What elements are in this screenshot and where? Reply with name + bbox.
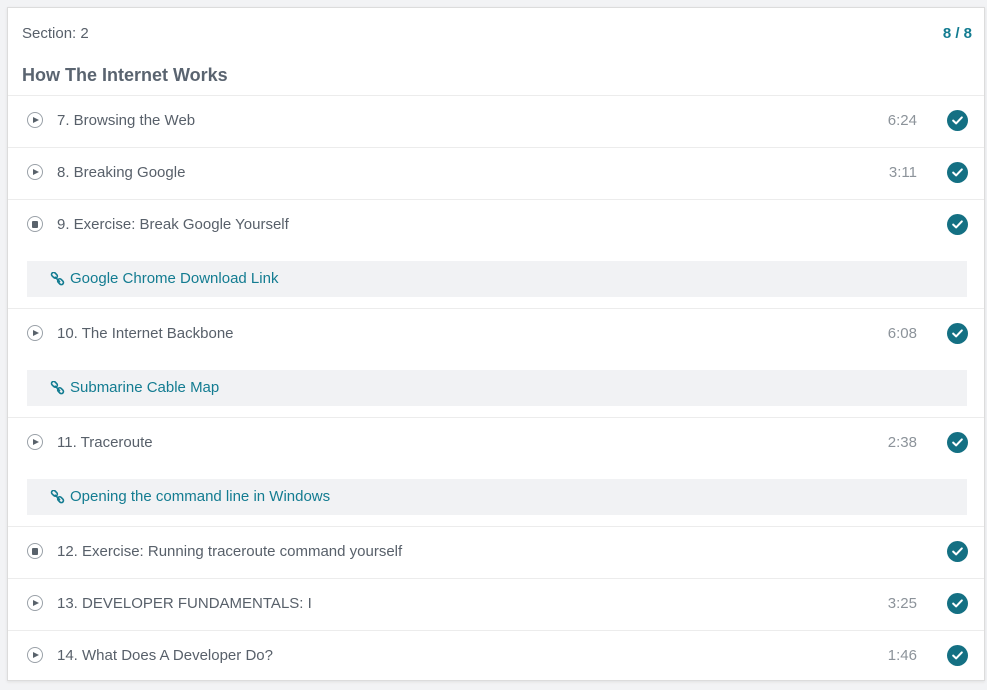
link-icon — [50, 271, 65, 287]
play-icon[interactable] — [27, 112, 43, 128]
section-title: How The Internet Works — [22, 65, 228, 85]
resource-link[interactable]: Google Chrome Download Link — [27, 261, 967, 297]
completed-check-icon[interactable] — [947, 214, 968, 235]
lecture-duration: 3:25 — [887, 595, 917, 612]
document-icon[interactable] — [27, 216, 43, 232]
lecture-title[interactable]: 9. Exercise: Break Google Yourself — [57, 216, 289, 233]
lecture-title[interactable]: 7. Browsing the Web — [57, 112, 195, 129]
link-icon — [50, 489, 65, 505]
lecture-title[interactable]: 8. Breaking Google — [57, 164, 185, 181]
completed-check-icon[interactable] — [947, 645, 968, 666]
lecture-title[interactable]: 14. What Does A Developer Do? — [57, 647, 273, 664]
completed-check-icon[interactable] — [947, 541, 968, 562]
completed-check-icon[interactable] — [947, 110, 968, 131]
lecture-row[interactable]: 13. DEVELOPER FUNDAMENTALS: I 3:25 — [8, 579, 984, 631]
play-icon[interactable] — [27, 434, 43, 450]
lecture-row[interactable]: 14. What Does A Developer Do? 1:46 — [8, 631, 984, 683]
resource-link[interactable]: Opening the command line in Windows — [27, 479, 967, 515]
resource-label[interactable]: Google Chrome Download Link — [70, 270, 278, 287]
completed-check-icon[interactable] — [947, 323, 968, 344]
lecture-duration: 6:24 — [887, 112, 917, 129]
lecture-list: 7. Browsing the Web 6:24 8. Breaking Googl… — [8, 96, 984, 683]
lecture-row[interactable]: 7. Browsing the Web 6:24 — [8, 96, 984, 148]
lecture-row[interactable]: 10. The Internet Backbone 6:08 Submarine C… — [8, 309, 984, 418]
lecture-title[interactable]: 10. The Internet Backbone — [57, 325, 234, 342]
progress-counter: 8 / 8 — [942, 25, 972, 42]
resource-label[interactable]: Opening the command line in Windows — [70, 488, 330, 505]
play-icon[interactable] — [27, 164, 43, 180]
lecture-row[interactable]: 9. Exercise: Break Google Yourself Google… — [8, 200, 984, 309]
lecture-duration: 6:08 — [887, 325, 917, 342]
lecture-title[interactable]: 11. Traceroute — [57, 434, 153, 451]
play-icon[interactable] — [27, 595, 43, 611]
section-label: Section: 2 — [22, 25, 89, 42]
lecture-row[interactable]: 11. Traceroute 2:38 Opening the command li… — [8, 418, 984, 527]
lecture-row[interactable]: 8. Breaking Google 3:11 — [8, 148, 984, 200]
completed-check-icon[interactable] — [947, 432, 968, 453]
section-header: Section: 2 8 / 8 How The Internet Works — [8, 8, 984, 96]
lecture-duration: 2:38 — [887, 434, 917, 451]
section-card: Section: 2 8 / 8 How The Internet Works … — [7, 7, 985, 683]
document-icon[interactable] — [27, 543, 43, 559]
play-icon[interactable] — [27, 647, 43, 663]
lecture-duration: 3:11 — [888, 164, 917, 181]
resource-link[interactable]: Submarine Cable Map — [27, 370, 967, 406]
lecture-row[interactable]: 12. Exercise: Running traceroute command… — [8, 527, 984, 579]
completed-check-icon[interactable] — [947, 162, 968, 183]
play-icon[interactable] — [27, 325, 43, 341]
resource-label[interactable]: Submarine Cable Map — [70, 379, 219, 396]
lecture-duration: 1:46 — [887, 647, 917, 664]
completed-check-icon[interactable] — [947, 593, 968, 614]
lecture-title[interactable]: 12. Exercise: Running traceroute command… — [57, 543, 402, 560]
link-icon — [50, 380, 65, 396]
lecture-title[interactable]: 13. DEVELOPER FUNDAMENTALS: I — [57, 595, 312, 612]
